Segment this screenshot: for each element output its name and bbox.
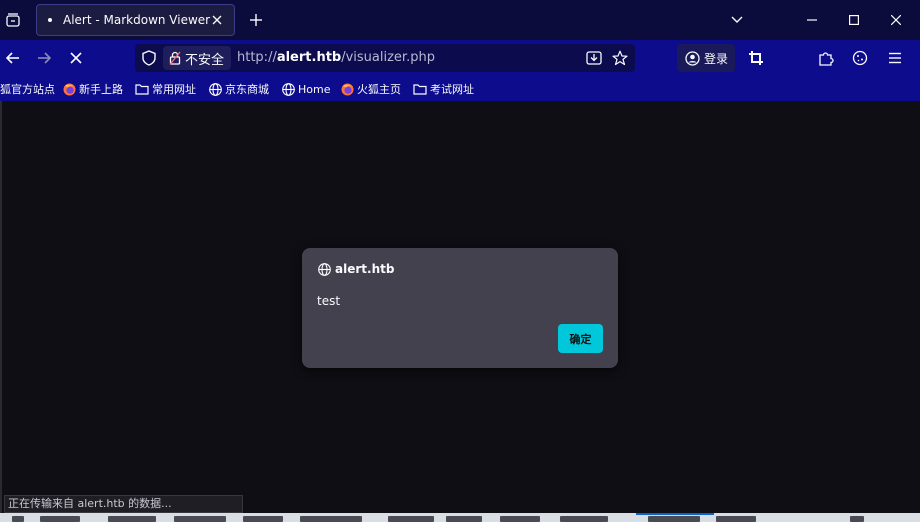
- minimize-button[interactable]: [799, 8, 825, 32]
- stop-loading-button[interactable]: [63, 46, 89, 70]
- bookmark-label: 京东商城: [225, 83, 269, 96]
- tab-active[interactable]: Alert - Markdown Viewer: [36, 4, 235, 36]
- url-scheme: http://: [237, 50, 277, 65]
- download-tray-icon: [586, 51, 602, 65]
- address-bar[interactable]: 不安全 http://alert.htb/visualizer.php: [135, 44, 635, 72]
- tracking-protection-button[interactable]: [140, 49, 158, 67]
- bookmark-star-button[interactable]: [612, 50, 628, 66]
- taskbar-icon[interactable]: [446, 516, 482, 522]
- folder-icon: [135, 82, 149, 96]
- tab-strip: Alert - Markdown Viewer: [0, 0, 920, 40]
- ok-button[interactable]: 确定: [558, 324, 603, 353]
- insecure-lock-icon: [168, 50, 182, 66]
- account-login-button[interactable]: 登录: [677, 44, 735, 72]
- plus-icon: [250, 14, 262, 26]
- bookmark-label: 常用网址: [152, 83, 196, 96]
- bookmark-item[interactable]: 京东商城: [208, 80, 269, 98]
- screenshot-crop-button[interactable]: [743, 46, 769, 70]
- close-window-button[interactable]: [883, 8, 909, 32]
- bookmark-label: 考试网址: [430, 83, 474, 96]
- cookie-icon: [852, 50, 868, 66]
- dialog-header: alert.htb: [317, 262, 394, 276]
- login-label: 登录: [704, 51, 729, 66]
- maximize-button[interactable]: [841, 8, 867, 32]
- status-panel: 正在传输来自 alert.htb 的数据...: [4, 495, 243, 513]
- account-icon: [684, 50, 700, 66]
- star-icon: [612, 50, 628, 66]
- close-icon: [891, 15, 901, 25]
- taskbar-icon[interactable]: [243, 516, 283, 522]
- navigation-toolbar: 不安全 http://alert.htb/visualizer.php 登录: [0, 40, 920, 76]
- url-path: /visualizer.php: [341, 50, 435, 65]
- extensions-button[interactable]: [813, 46, 839, 70]
- chevron-down-icon: [731, 16, 743, 23]
- forward-button[interactable]: [31, 46, 57, 70]
- url-text[interactable]: http://alert.htb/visualizer.php: [237, 50, 435, 65]
- minimize-icon: [807, 19, 817, 21]
- back-button[interactable]: [0, 46, 26, 70]
- bookmark-label: 火狐主页: [357, 83, 401, 96]
- tab-list-icon: [6, 13, 20, 27]
- taskbar-icon[interactable]: [174, 516, 226, 522]
- tab-list-button[interactable]: [0, 4, 26, 36]
- bookmark-label: Home: [298, 82, 331, 96]
- folder-icon: [413, 82, 427, 96]
- app-menu-button[interactable]: [882, 46, 908, 70]
- taskbar-icon[interactable]: [850, 516, 864, 522]
- firefox-icon: [62, 82, 76, 96]
- connection-insecure-badge[interactable]: 不安全: [163, 46, 231, 70]
- arrow-right-icon: [38, 52, 51, 64]
- dialog-origin: alert.htb: [335, 262, 395, 276]
- bookmark-folder[interactable]: 考试网址: [413, 80, 474, 98]
- globe-icon: [317, 262, 331, 276]
- taskbar-icon[interactable]: [648, 516, 700, 522]
- tab-close-button[interactable]: [209, 12, 225, 28]
- arrow-left-icon: [6, 52, 19, 64]
- bookmark-item[interactable]: Home: [281, 80, 330, 98]
- taskbar-icon[interactable]: [300, 516, 362, 522]
- puzzle-icon: [819, 52, 834, 66]
- taskbar-icon[interactable]: [12, 516, 24, 522]
- taskbar-icon[interactable]: [108, 516, 156, 522]
- alert-dialog: alert.htb test 确定: [302, 248, 618, 368]
- insecure-label: 不安全: [185, 52, 225, 68]
- firefox-icon: [340, 82, 354, 96]
- hamburger-menu-icon: [889, 52, 901, 64]
- shield-icon: [142, 50, 156, 66]
- crop-icon: [749, 51, 763, 65]
- bookmarks-toolbar: 狐官方站点 新手上路 常用网址 京东商城 Home 火狐主页 考试网址: [0, 76, 920, 101]
- os-taskbar: [0, 513, 920, 522]
- bookmark-label: 狐官方站点: [0, 83, 55, 96]
- taskbar-icon[interactable]: [500, 516, 540, 522]
- save-page-button[interactable]: [586, 50, 602, 66]
- bookmark-folder[interactable]: 常用网址: [135, 80, 196, 98]
- loading-dot-icon: [48, 18, 52, 22]
- cookie-button[interactable]: [847, 46, 873, 70]
- taskbar-icon[interactable]: [388, 516, 434, 522]
- taskbar-icon[interactable]: [560, 516, 608, 522]
- bookmark-item[interactable]: 火狐主页: [340, 80, 401, 98]
- taskbar-active-indicator: [636, 513, 714, 515]
- globe-icon: [281, 82, 295, 96]
- taskbar-icon[interactable]: [40, 516, 80, 522]
- bookmark-label: 新手上路: [79, 83, 123, 96]
- maximize-icon: [849, 15, 859, 25]
- bookmark-item[interactable]: 狐官方站点: [0, 80, 55, 98]
- bookmark-item[interactable]: 新手上路: [62, 80, 123, 98]
- taskbar-icon[interactable]: [716, 516, 756, 522]
- close-icon: [212, 15, 222, 25]
- url-host: alert.htb: [276, 50, 342, 65]
- close-icon: [70, 52, 82, 64]
- new-tab-button[interactable]: [245, 9, 267, 31]
- globe-icon: [208, 82, 222, 96]
- dialog-message: test: [317, 294, 341, 308]
- tab-overflow-button[interactable]: [724, 8, 750, 32]
- tab-title: Alert - Markdown Viewer: [63, 13, 211, 27]
